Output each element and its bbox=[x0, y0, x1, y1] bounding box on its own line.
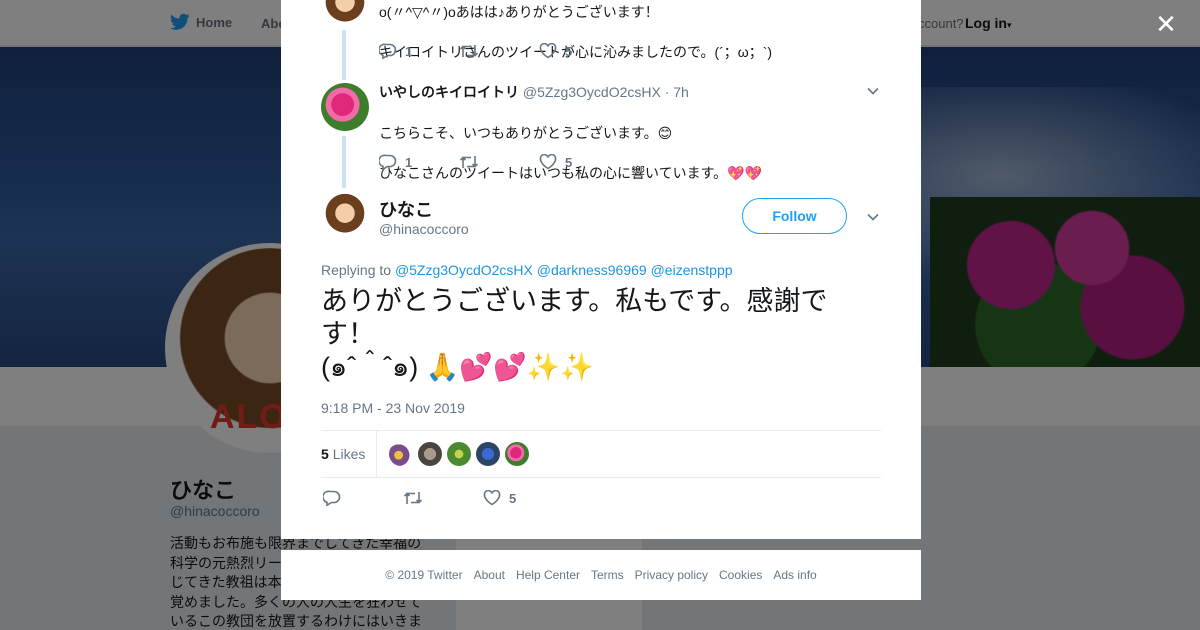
tweet-permalink-modal: o(〃^▽^〃)oあはは♪ありがとうございます！ キイロイトリさんのツイートが心… bbox=[281, 0, 921, 539]
likes-count-link[interactable]: 5 Likes bbox=[321, 446, 365, 462]
like-button[interactable]: 5 bbox=[483, 490, 563, 506]
main-tweet-header: ひなこ @hinacoccoro Follow bbox=[321, 193, 881, 243]
reply-icon bbox=[379, 43, 397, 59]
retweet-button[interactable] bbox=[403, 491, 483, 505]
avatar[interactable] bbox=[321, 193, 369, 241]
retweet-icon bbox=[459, 45, 479, 57]
avatar[interactable] bbox=[321, 0, 369, 30]
tweet-text: o(〃^▽^〃)oあはは♪ありがとうございます！ キイロイトリさんのツイートが心… bbox=[379, 0, 879, 82]
like-button[interactable]: 5 bbox=[539, 154, 619, 170]
user-name[interactable]: ひなこ bbox=[379, 196, 433, 222]
tweet-text: こちらこそ、いつもありがとうございます。😊 ひなこさんのツイートはいつも私の心に… bbox=[379, 103, 879, 203]
tweet-body: いやしのキイロイトリ @5Zzg3OycdO2csHX · 7h こちらこそ、い… bbox=[379, 83, 879, 203]
user-name[interactable]: いやしのキイロイトリ bbox=[379, 84, 519, 100]
user-handle[interactable]: @5Zzg3OycdO2csHX bbox=[523, 84, 661, 100]
retweet-icon bbox=[459, 156, 479, 168]
tweet-text-line: o(〃^▽^〃)oあはは♪ありがとうございます！ bbox=[379, 4, 659, 20]
reply-icon bbox=[323, 490, 341, 506]
close-icon[interactable]: ✕ bbox=[1154, 11, 1178, 37]
footer-link-ads-info[interactable]: Ads info bbox=[773, 568, 816, 582]
footer-link-privacy[interactable]: Privacy policy bbox=[635, 568, 708, 582]
liker-avatar[interactable] bbox=[389, 442, 413, 466]
liker-avatars bbox=[389, 442, 529, 466]
reply-button[interactable] bbox=[323, 490, 403, 506]
reply-button[interactable]: 1 bbox=[379, 43, 459, 59]
chevron-down-icon[interactable] bbox=[867, 87, 879, 95]
tweet-actions: 1 5 bbox=[379, 154, 619, 170]
footer-link-about[interactable]: About bbox=[474, 568, 505, 582]
like-count: 5 bbox=[565, 154, 573, 170]
mention-link[interactable]: @eizenstppp bbox=[651, 262, 733, 278]
likes-summary: 5 Likes bbox=[321, 430, 881, 478]
heart-icon bbox=[539, 43, 557, 59]
footer-link-terms[interactable]: Terms bbox=[591, 568, 624, 582]
retweet-button[interactable] bbox=[459, 44, 539, 58]
follow-button[interactable]: Follow bbox=[742, 198, 847, 234]
reply-count: 1 bbox=[405, 43, 413, 59]
footer-link-help-center[interactable]: Help Center bbox=[516, 568, 580, 582]
footer: © 2019 Twitter About Help Center Terms P… bbox=[281, 550, 921, 600]
main-tweet-text: ありがとうございます。私もです。感謝です！ (๑ˆ＾ˆ๑) 🙏💕💕✨✨ bbox=[321, 286, 828, 382]
tweet-time[interactable]: · 7h bbox=[665, 84, 689, 100]
like-count: 5 bbox=[509, 490, 517, 506]
footer-copyright: © 2019 Twitter bbox=[385, 568, 463, 582]
thread-tweet[interactable]: o(〃^▽^〃)oあはは♪ありがとうございます！ キイロイトリさんのツイートが心… bbox=[321, 0, 881, 74]
tweet-timestamp[interactable]: 9:18 PM - 23 Nov 2019 bbox=[321, 400, 465, 416]
thread-tweet[interactable]: いやしのキイロイトリ @5Zzg3OycdO2csHX · 7h こちらこそ、い… bbox=[321, 83, 881, 183]
likes-label: Likes bbox=[332, 446, 366, 462]
chevron-down-icon[interactable] bbox=[867, 213, 879, 221]
like-count: 5 bbox=[565, 43, 573, 59]
tweet-body: o(〃^▽^〃)oあはは♪ありがとうございます！ キイロイトリさんのツイートが心… bbox=[379, 0, 879, 82]
mention-link[interactable]: @5Zzg3OycdO2csHX bbox=[395, 262, 533, 278]
heart-icon bbox=[539, 154, 557, 170]
avatar[interactable] bbox=[321, 83, 369, 131]
likes-count: 5 bbox=[321, 446, 329, 462]
like-button[interactable]: 5 bbox=[539, 43, 619, 59]
divider bbox=[376, 431, 377, 478]
tweet-header: いやしのキイロイトリ @5Zzg3OycdO2csHX · 7h bbox=[379, 83, 879, 101]
tweet-actions: 1 5 bbox=[379, 43, 619, 59]
reply-icon bbox=[379, 154, 397, 170]
replying-to: Replying to @5Zzg3OycdO2csHX @darkness96… bbox=[321, 262, 733, 278]
user-handle[interactable]: @hinacoccoro bbox=[379, 221, 469, 237]
reply-button[interactable]: 1 bbox=[379, 154, 459, 170]
footer-link-cookies[interactable]: Cookies bbox=[719, 568, 762, 582]
retweet-button[interactable] bbox=[459, 155, 539, 169]
liker-avatar[interactable] bbox=[476, 442, 500, 466]
reply-count: 1 bbox=[405, 154, 413, 170]
liker-avatar[interactable] bbox=[418, 442, 442, 466]
tweet-text-line: こちらこそ、いつもありがとうございます。😊 bbox=[379, 125, 673, 141]
liker-avatar[interactable] bbox=[505, 442, 529, 466]
liker-avatar[interactable] bbox=[447, 442, 471, 466]
retweet-icon bbox=[403, 492, 423, 504]
replying-prefix: Replying to bbox=[321, 262, 392, 278]
mention-link[interactable]: @darkness96969 bbox=[537, 262, 647, 278]
main-tweet-actions: 5 bbox=[323, 490, 563, 506]
heart-icon bbox=[483, 490, 501, 506]
